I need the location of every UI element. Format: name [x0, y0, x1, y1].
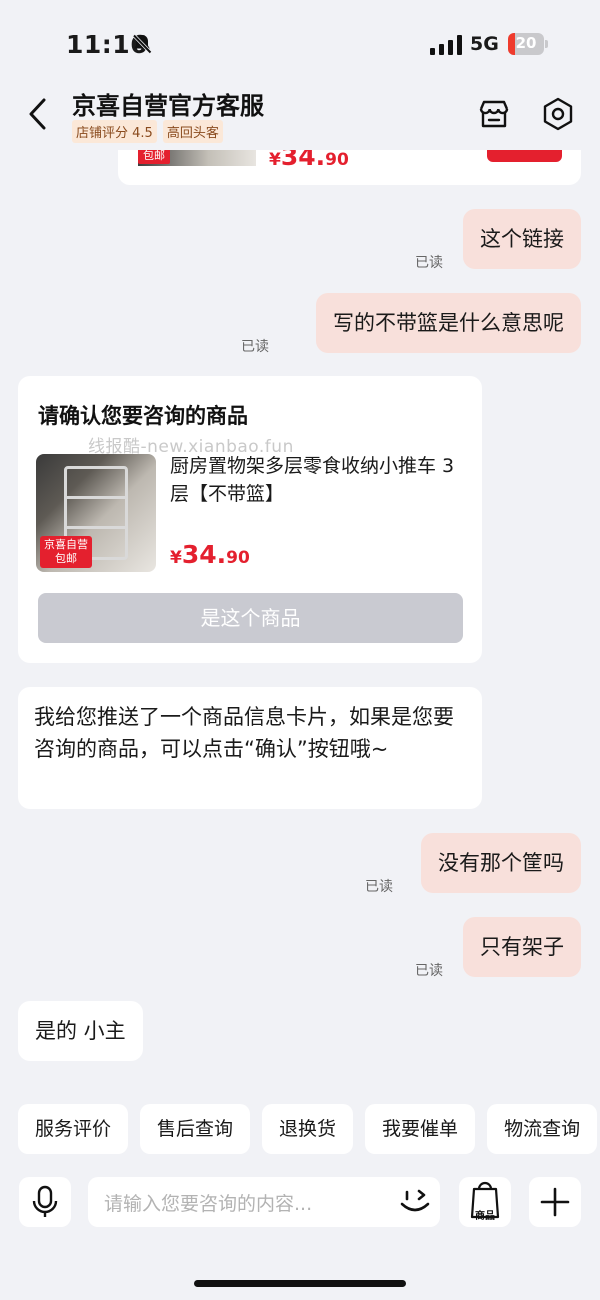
settings-icon[interactable] [541, 97, 575, 131]
quick-actions: 服务评价 售后查询 退换货 我要催单 物流查询 [18, 1104, 598, 1154]
product-name[interactable]: 厨房置物架多层零食收纳小推车 3层【不带篮】 [170, 452, 470, 508]
home-indicator [194, 1280, 406, 1287]
read-status: 已读 [415, 255, 443, 271]
shop-rating-tag: 店铺评分 4.5 [72, 120, 157, 143]
status-bar: 11:16 5G 20 [0, 0, 600, 88]
mic-icon [32, 1185, 58, 1217]
input-placeholder: 请输入您要咨询的内容... [104, 1193, 313, 1215]
repeat-customer-tag: 高回头客 [162, 120, 223, 143]
jingxi-badge: 京喜自营 包邮 [40, 536, 92, 568]
quick-action-rate-service[interactable]: 服务评价 [18, 1104, 129, 1154]
user-message: 只有架子 [463, 917, 581, 977]
network-type: 5G [470, 33, 499, 55]
bot-message: 我给您推送了一个商品信息卡片，如果是您要咨询的商品，可以点击“确认”按钮哦~ [18, 687, 482, 809]
product-thumbnail[interactable]: 京喜自营 包邮 [36, 454, 156, 572]
page-title: 京喜自营官方客服 [72, 92, 264, 120]
voice-button[interactable] [19, 1177, 71, 1227]
bell-mute-icon [132, 34, 152, 54]
goods-label: 商品 [475, 1211, 495, 1222]
user-message: 没有那个筐吗 [421, 833, 581, 893]
emoji-icon[interactable] [398, 1186, 432, 1218]
quick-action-urge-order[interactable]: 我要催单 [365, 1104, 476, 1154]
shop-tags: 店铺评分 4.5 高回头客 [72, 120, 223, 143]
bot-message: 是的 小主 [18, 1001, 143, 1061]
quick-action-after-sales[interactable]: 售后查询 [140, 1104, 251, 1154]
quick-action-logistics[interactable]: 物流查询 [487, 1104, 598, 1154]
more-button[interactable] [529, 1177, 581, 1227]
read-status: 已读 [241, 339, 269, 355]
plus-icon [540, 1187, 570, 1217]
store-icon[interactable] [478, 98, 510, 130]
user-message: 写的不带篮是什么意思呢 [316, 293, 581, 353]
card-title: 请确认您要咨询的商品 [38, 404, 248, 428]
message-input[interactable]: 请输入您要咨询的内容... [88, 1177, 440, 1227]
back-icon[interactable] [26, 96, 50, 132]
goods-button[interactable]: 商品 [459, 1177, 511, 1227]
chat-header: 京喜自营官方客服 店铺评分 4.5 高回头客 [0, 80, 600, 150]
confirm-product-button[interactable]: 是这个商品 [38, 593, 463, 643]
battery-icon: 20 [508, 33, 548, 55]
user-message: 这个链接 [463, 209, 581, 269]
signal-icon [430, 35, 462, 55]
product-price: ¥34.90 [170, 540, 250, 569]
battery-level: 20 [515, 34, 537, 52]
quick-action-return[interactable]: 退换货 [262, 1104, 354, 1154]
product-confirm-card: 请确认您要咨询的商品 线报酷-new.xianbao.fun 京喜自营 包邮 厨… [18, 376, 482, 663]
read-status: 已读 [365, 879, 393, 895]
read-status: 已读 [415, 963, 443, 979]
